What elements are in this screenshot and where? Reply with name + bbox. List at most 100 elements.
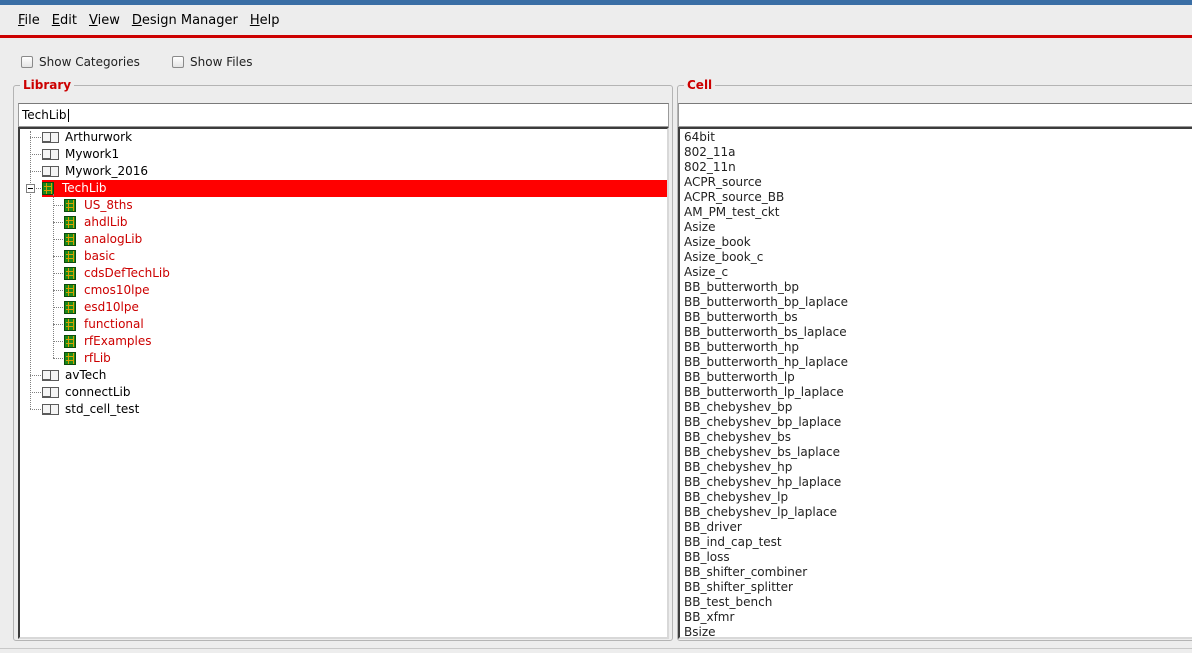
tree-connector	[30, 375, 41, 376]
cell-filter-input[interactable]	[678, 103, 1192, 127]
cell-list-item[interactable]: 802_11a	[684, 145, 736, 160]
tree-child-item[interactable]: analogLib	[64, 231, 145, 248]
cell-list-item[interactable]: 802_11n	[684, 160, 736, 175]
cell-list-item[interactable]: ACPR_source_BB	[684, 190, 784, 205]
tree-library-item[interactable]: TechLib	[42, 180, 667, 197]
cell-list-item[interactable]: Asize_book_c	[684, 250, 763, 265]
cell-list-item[interactable]: Asize_book	[684, 235, 751, 250]
show-files-label: Show Files	[190, 55, 253, 69]
tree-child-item[interactable]: functional	[64, 316, 147, 333]
tree-child-item[interactable]: cdsDefTechLib	[64, 265, 173, 282]
tree-child-item[interactable]: esd10lpe	[64, 299, 142, 316]
tree-item-label: basic	[84, 249, 116, 263]
library-icon	[64, 318, 76, 331]
tree-child-item[interactable]: rfExamples	[64, 333, 154, 350]
menu-edit-mnemonic: E	[51, 13, 60, 28]
cell-list-item[interactable]: BB_shifter_splitter	[684, 580, 793, 595]
book-icon	[42, 166, 59, 177]
cell-list-item[interactable]: BB_chebyshev_lp_laplace	[684, 505, 837, 520]
library-icon	[64, 199, 76, 212]
menu-view[interactable]: View	[83, 5, 126, 36]
tree-connector	[30, 409, 41, 410]
library-icon	[64, 352, 76, 365]
cell-list-item[interactable]: BB_shifter_combiner	[684, 565, 807, 580]
library-icon	[64, 284, 76, 297]
tree-connector	[53, 239, 63, 240]
tree-item-label: Mywork_2016	[65, 164, 149, 178]
tree-library-item[interactable]: Mywork_2016	[42, 163, 151, 180]
tree-library-item[interactable]: connectLib	[42, 384, 133, 401]
cell-list-item[interactable]: BB_butterworth_bs_laplace	[684, 325, 847, 340]
cell-list-item[interactable]: BB_chebyshev_hp_laplace	[684, 475, 841, 490]
cell-list-item[interactable]: BB_chebyshev_bs_laplace	[684, 445, 840, 460]
cell-list-item[interactable]: BB_test_bench	[684, 595, 772, 610]
tree-item-label: functional	[84, 317, 144, 331]
tree-library-item[interactable]: Arthurwork	[42, 129, 135, 146]
menu-view-mnemonic: V	[88, 13, 98, 28]
tree-item-label: std_cell_test	[65, 402, 140, 416]
tree-child-item[interactable]: basic	[64, 248, 118, 265]
tree-library-item[interactable]: Mywork1	[42, 146, 122, 163]
book-icon-spine	[42, 413, 58, 415]
cell-list[interactable]: 64bit 802_11a 802_11n ACPR_source ACPR_sourc…	[678, 127, 1192, 639]
library-icon	[64, 267, 76, 280]
menu-file[interactable]: File	[12, 5, 46, 36]
menu-edit[interactable]: Edit	[46, 5, 83, 36]
tree-item-label: esd10lpe	[84, 300, 139, 314]
cell-list-item[interactable]: BB_xfmr	[684, 610, 734, 625]
cell-list-item[interactable]: BB_butterworth_bp	[684, 280, 799, 295]
cell-list-item[interactable]: Bsize	[684, 625, 716, 637]
tree-connector	[30, 392, 41, 393]
cell-list-item[interactable]: BB_ind_cap_test	[684, 535, 782, 550]
tree-child-item[interactable]: ahdlLib	[64, 214, 131, 231]
cell-list-item[interactable]: BB_butterworth_hp	[684, 340, 799, 355]
tree-item-label: avTech	[65, 368, 107, 382]
cell-list-item[interactable]: BB_butterworth_bs	[684, 310, 798, 325]
show-categories-label: Show Categories	[39, 55, 140, 69]
collapse-toggle-icon[interactable]	[26, 184, 35, 193]
cell-list-item[interactable]: ACPR_source	[684, 175, 762, 190]
cell-list-item[interactable]: Asize_c	[684, 265, 728, 280]
cell-list-item[interactable]: 64bit	[684, 130, 715, 145]
cell-list-item[interactable]: BB_butterworth_bp_laplace	[684, 295, 848, 310]
show-categories-checkbox[interactable]	[21, 56, 33, 68]
menu-help[interactable]: Help	[244, 5, 286, 36]
cell-list-item[interactable]: BB_chebyshev_lp	[684, 490, 788, 505]
library-tree[interactable]: Arthurwork Mywork1 Mywork_2016 TechLib US_8t…	[18, 127, 669, 639]
cell-list-item[interactable]: BB_chebyshev_hp	[684, 460, 792, 475]
cell-list-item[interactable]: BB_chebyshev_bp_laplace	[684, 415, 841, 430]
tree-child-item[interactable]: cmos10lpe	[64, 282, 152, 299]
cell-list-item[interactable]: Asize	[684, 220, 715, 235]
cell-list-item[interactable]: BB_butterworth_hp_laplace	[684, 355, 848, 370]
library-filter-input[interactable]: TechLib	[18, 103, 669, 127]
tree-child-item[interactable]: US_8ths	[64, 197, 136, 214]
library-icon	[64, 216, 76, 229]
book-icon-spine	[42, 158, 58, 160]
cell-list-item[interactable]: BB_butterworth_lp_laplace	[684, 385, 844, 400]
show-files-option[interactable]: Show Files	[172, 55, 253, 69]
tree-connector	[53, 358, 63, 359]
menu-design-manager-label: esign Manager	[141, 13, 238, 28]
cell-list-item[interactable]: BB_butterworth_lp	[684, 370, 795, 385]
menu-design-manager[interactable]: Design Manager	[126, 5, 244, 36]
show-categories-option[interactable]: Show Categories	[21, 55, 140, 69]
tree-connector	[30, 154, 41, 155]
cell-list-item[interactable]: BB_driver	[684, 520, 742, 535]
tree-child-item[interactable]: rfLib	[64, 350, 114, 367]
cell-list-item[interactable]: BB_chebyshev_bp	[684, 400, 792, 415]
tree-item-label: analogLib	[84, 232, 143, 246]
book-icon-spine	[42, 379, 58, 381]
cell-list-item[interactable]: BB_chebyshev_bs	[684, 430, 791, 445]
cell-group-title: Cell	[684, 78, 716, 92]
menu-help-label: elp	[259, 13, 280, 28]
tree-connector	[30, 137, 41, 138]
tree-connector	[53, 222, 63, 223]
menu-view-label: iew	[97, 13, 120, 28]
cell-list-item[interactable]: BB_loss	[684, 550, 730, 565]
tree-item-label: TechLib	[62, 181, 107, 195]
tree-library-item[interactable]: std_cell_test	[42, 401, 142, 418]
show-files-checkbox[interactable]	[172, 56, 184, 68]
tree-library-item[interactable]: avTech	[42, 367, 109, 384]
menu-divider	[0, 35, 1192, 38]
cell-list-item[interactable]: AM_PM_test_ckt	[684, 205, 779, 220]
